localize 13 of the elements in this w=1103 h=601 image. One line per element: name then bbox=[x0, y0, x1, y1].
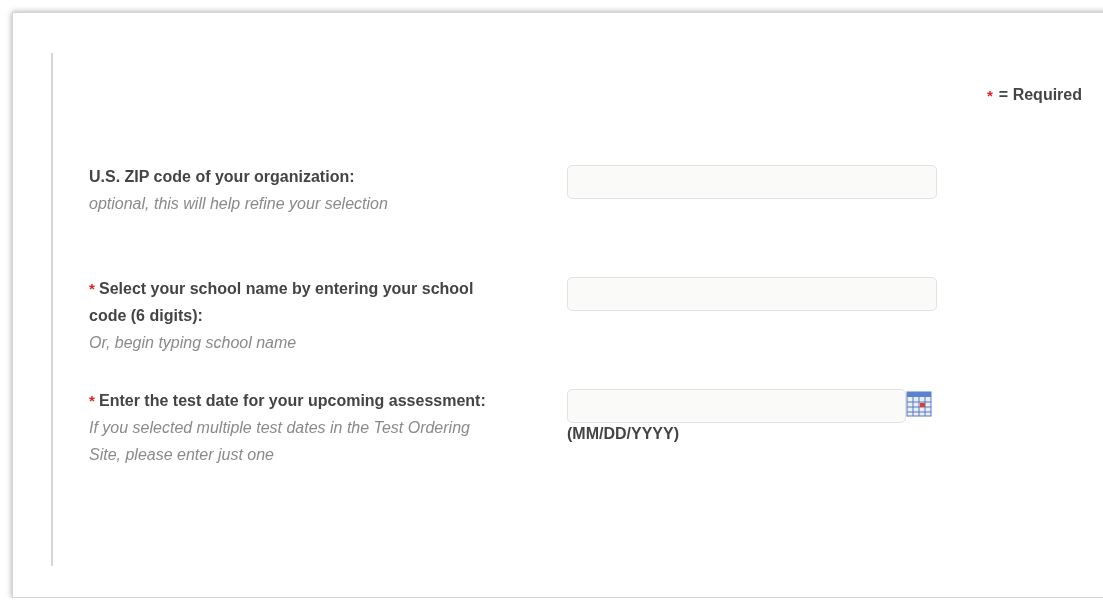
field-label: * Select your school name by entering your school code (6 digits): bbox=[89, 279, 475, 326]
required-legend: = Required bbox=[998, 86, 1082, 104]
date-format-hint: (MM/DD/YYYY) bbox=[567, 425, 680, 443]
input-field[interactable] bbox=[567, 165, 937, 199]
date-field[interactable] bbox=[567, 389, 906, 423]
calendar-icon[interactable] bbox=[906, 390, 932, 417]
field-label: U.S. ZIP code of your organization: bbox=[89, 167, 356, 187]
field-hint: optional, this will help refine your selection bbox=[89, 194, 389, 214]
required-asterisk: * bbox=[987, 86, 993, 104]
field-label: * Enter the test date for your upcoming assessment: bbox=[89, 391, 487, 411]
input-field[interactable] bbox=[567, 277, 937, 311]
field-hint: Or, begin typing school name bbox=[89, 333, 298, 353]
field-hint: If you selected multiple test dates in the Test Ordering Site, please enter just one bbox=[89, 418, 471, 465]
